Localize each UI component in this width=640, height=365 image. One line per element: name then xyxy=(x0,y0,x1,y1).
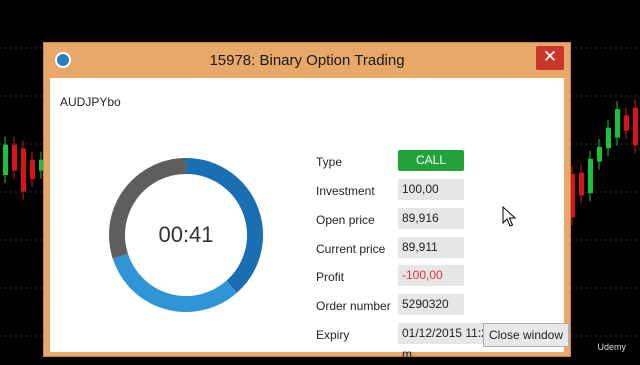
current-price-value: 89,911 xyxy=(398,237,464,258)
expiry-label: Expiry xyxy=(316,328,350,342)
candle-body xyxy=(633,107,638,146)
open-price-label: Open price xyxy=(316,213,375,227)
investment-label: Investment xyxy=(316,184,375,198)
candle-body xyxy=(606,127,611,149)
trade-dialog: 15978: Binary Option Trading ✕ AUDJPYbo … xyxy=(43,42,571,361)
call-button[interactable]: CALL xyxy=(398,150,464,171)
candle-body xyxy=(21,148,26,192)
mouse-cursor-icon xyxy=(502,206,517,227)
candle-body xyxy=(615,109,620,138)
close-window-button[interactable]: Close window xyxy=(483,323,569,347)
type-label: Type xyxy=(316,155,343,169)
open-price-value: 89,916 xyxy=(398,208,464,229)
profit-label: Profit xyxy=(316,270,345,284)
countdown-timer: 00:41 xyxy=(158,222,214,247)
candle-body xyxy=(588,158,593,194)
dialog-content: AUDJPYbo 00:41 Type CALL Investment 100,… xyxy=(50,78,569,361)
candle-body xyxy=(624,115,629,131)
watermark: Udemy xyxy=(597,342,626,352)
order-number-label: Order number xyxy=(316,299,391,313)
candle-body xyxy=(12,144,17,171)
close-icon[interactable]: ✕ xyxy=(536,46,564,70)
candle-body xyxy=(3,144,8,176)
candle-body xyxy=(579,172,584,196)
title-bar[interactable]: 15978: Binary Option Trading ✕ xyxy=(44,43,570,78)
profit-value: -100,00 xyxy=(398,265,464,286)
window-title: 15978: Binary Option Trading xyxy=(209,52,405,69)
order-number-value: 5290320 xyxy=(398,294,464,315)
candle-body xyxy=(597,146,602,162)
symbol-label: AUDJPYbo xyxy=(60,95,121,109)
candle-body xyxy=(30,159,35,180)
current-price-label: Current price xyxy=(316,242,386,256)
investment-value: 100,00 xyxy=(398,179,464,200)
